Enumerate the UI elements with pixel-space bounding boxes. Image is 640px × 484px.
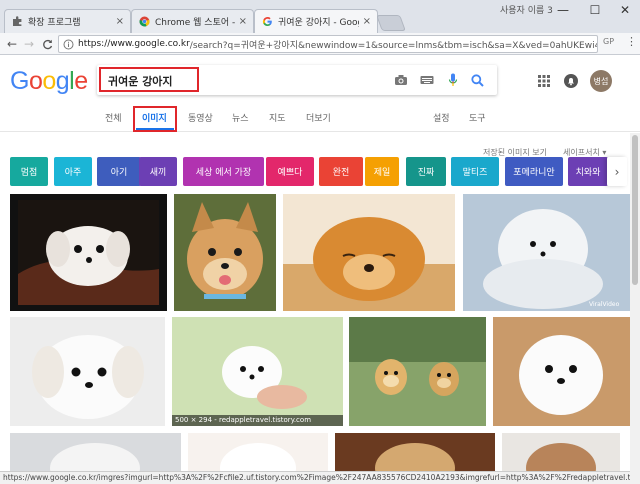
camera-icon[interactable] xyxy=(393,72,409,88)
tab-settings[interactable]: 설정 xyxy=(433,111,450,124)
tab-label: Chrome 웹 스토어 - Go xyxy=(155,18,235,28)
status-bar-url: https://www.google.co.kr/imgres?imgurl=h… xyxy=(0,471,630,484)
image-result[interactable] xyxy=(502,433,620,471)
extension-icon[interactable]: GP xyxy=(603,37,614,46)
title-bar: 확장 프로그램 × Chrome 웹 스토어 - Go × 귀여운 강아지 - … xyxy=(0,0,640,33)
notifications-icon[interactable] xyxy=(563,73,579,89)
reload-button[interactable] xyxy=(38,35,56,53)
url-host: https://www.google.co.kr xyxy=(78,39,190,49)
chip-related-search[interactable]: 새끼 xyxy=(139,157,177,186)
image-result[interactable]: 500 × 294 - redappletravel.tistory.com xyxy=(172,317,343,426)
image-result[interactable] xyxy=(10,194,167,311)
chip-related-search[interactable]: 포메라니안 xyxy=(505,157,563,186)
search-icon[interactable] xyxy=(469,72,485,88)
logo-letter: e xyxy=(74,67,88,95)
image-result[interactable] xyxy=(174,194,276,311)
tab-label: 확장 프로그램 xyxy=(28,18,81,28)
chip-related-search[interactable]: 예쁘다 xyxy=(266,157,314,186)
profile-name[interactable]: 사용자 이름 3 xyxy=(500,3,553,16)
tab-chrome-web-store[interactable]: Chrome 웹 스토어 - Go × xyxy=(131,9,254,33)
chrome-icon xyxy=(138,16,150,28)
address-bar[interactable]: https://www.google.co.kr/search?q=귀여운+강아… xyxy=(58,35,598,53)
image-result[interactable] xyxy=(349,317,486,426)
search-input[interactable]: 귀여운 강아지 xyxy=(99,67,199,92)
image-result[interactable] xyxy=(10,317,165,426)
image-caption: 500 × 294 - redappletravel.tistory.com xyxy=(172,415,343,426)
forward-button[interactable]: → xyxy=(20,35,38,53)
chip-related-search[interactable]: 아주 xyxy=(54,157,92,186)
avatar[interactable]: 병섭 xyxy=(590,70,612,92)
logo-letter: g xyxy=(55,67,70,95)
google-logo[interactable]: Google xyxy=(10,67,88,96)
reload-icon xyxy=(42,39,52,49)
logo-letter: o xyxy=(28,67,43,95)
keyboard-icon[interactable] xyxy=(419,72,435,88)
chip-related-search[interactable]: 치와와 xyxy=(568,157,608,186)
highlight-box xyxy=(133,106,177,132)
chip-related-search[interactable]: 세상 에서 가장 xyxy=(183,157,264,186)
microphone-icon[interactable] xyxy=(445,72,461,88)
tab-maps[interactable]: 지도 xyxy=(269,111,286,124)
image-result[interactable] xyxy=(335,433,495,471)
close-tab-icon[interactable]: × xyxy=(116,16,124,27)
menu-icon[interactable]: ⋮ xyxy=(626,35,637,48)
tab-google-search[interactable]: 귀여운 강아지 - Google × xyxy=(254,9,378,33)
image-result[interactable] xyxy=(188,433,328,471)
google-g-icon xyxy=(261,16,273,28)
chip-related-search[interactable]: 완전 xyxy=(319,157,363,186)
puzzle-icon xyxy=(11,16,23,28)
chip-related-search[interactable]: 진짜 xyxy=(406,157,446,186)
logo-letter: o xyxy=(42,67,56,95)
tab-news[interactable]: 뉴스 xyxy=(232,111,249,124)
image-result[interactable] xyxy=(493,317,630,426)
logo-letter: G xyxy=(10,67,29,95)
tab-label: 귀여운 강아지 - Google xyxy=(278,18,359,28)
chevron-right-icon[interactable]: › xyxy=(607,157,627,186)
related-search-chips: 멈점 아주 아기 새끼 세상 에서 가장 예쁘다 완전 제일 진짜 말티즈 포메라니안 치와와 xyxy=(10,157,635,187)
close-window-button[interactable]: ✕ xyxy=(610,0,640,20)
chip-related-search[interactable]: 멈점 xyxy=(10,157,48,186)
minimize-button[interactable]: — xyxy=(548,0,578,20)
browser-window: 확장 프로그램 × Chrome 웹 스토어 - Go × 귀여운 강아지 - … xyxy=(0,0,640,484)
maximize-button[interactable]: ☐ xyxy=(580,0,610,20)
apps-grid-icon[interactable] xyxy=(538,75,550,87)
image-result[interactable] xyxy=(10,433,181,471)
tab-tools[interactable]: 도구 xyxy=(469,111,486,124)
search-box[interactable]: 귀여운 강아지 xyxy=(97,65,497,95)
tab-extensions[interactable]: 확장 프로그램 × xyxy=(4,9,131,33)
tab-more[interactable]: 더보기 xyxy=(306,111,331,124)
search-type-tabs: 전체 이미지 동영상 뉴스 지도 더보기 설정 도구 xyxy=(0,106,640,132)
image-result[interactable]: ViralVideo xyxy=(463,194,630,311)
browser-toolbar: ← → https://www.google.co.kr/search?q=귀여… xyxy=(0,33,640,55)
chip-related-search[interactable]: 아기 xyxy=(97,157,141,186)
tab-videos[interactable]: 동영상 xyxy=(188,111,213,124)
back-button[interactable]: ← xyxy=(3,35,21,53)
tab-all[interactable]: 전체 xyxy=(105,111,122,124)
close-tab-icon[interactable]: × xyxy=(239,16,247,27)
url-path: /search?q=귀여운+강아지&newwindow=1&source=lnm… xyxy=(189,40,598,51)
chip-related-search[interactable]: 말티즈 xyxy=(451,157,499,186)
info-icon xyxy=(63,39,74,49)
chip-related-search[interactable]: 제일 xyxy=(365,157,399,186)
image-result[interactable] xyxy=(283,194,455,311)
scrollbar-thumb[interactable] xyxy=(632,135,638,285)
close-tab-icon[interactable]: × xyxy=(363,16,371,27)
watermark-text: ViralVideo xyxy=(589,301,620,308)
new-tab-button[interactable] xyxy=(376,15,406,31)
